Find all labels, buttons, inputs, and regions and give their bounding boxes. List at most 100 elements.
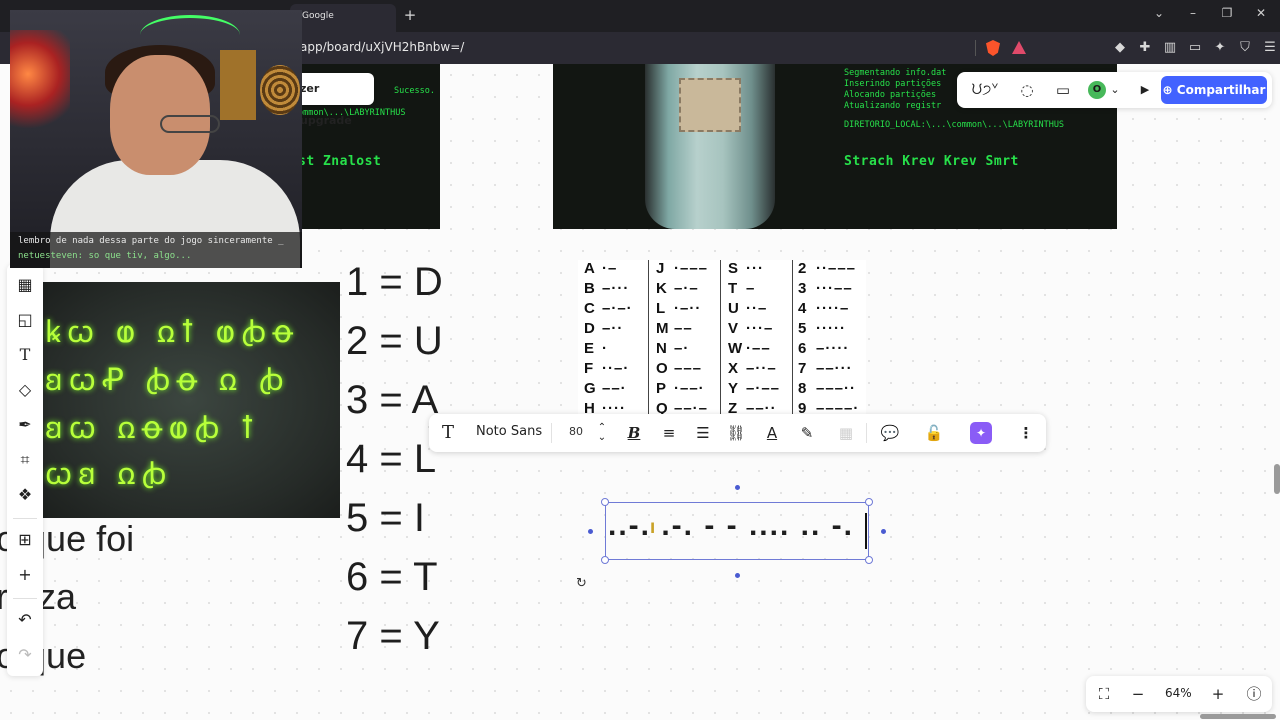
lock-icon[interactable]: 🔓	[924, 423, 944, 443]
templates-icon[interactable]: ▦	[15, 275, 35, 295]
number-letter-map[interactable]: 5 = I	[346, 496, 425, 541]
fit-to-screen-icon[interactable]: ⛶	[1094, 684, 1114, 704]
zoom-level[interactable]: 64%	[1165, 686, 1192, 700]
morse-entry: L ·–··	[656, 300, 702, 317]
ai-assist-icon[interactable]: ✦	[970, 422, 992, 444]
more-apps-icon[interactable]: ❖	[15, 485, 35, 505]
minimize-icon[interactable]: –	[1184, 6, 1202, 20]
table-icon[interactable]: ⊞	[15, 530, 35, 550]
morse-entry: N –·	[656, 340, 690, 357]
morse-entry: A ·–	[584, 260, 618, 277]
resize-handle-top-left[interactable]	[601, 498, 609, 506]
more-options-icon[interactable]: ⋮	[1016, 423, 1036, 443]
resize-handle-top-right[interactable]	[865, 498, 873, 506]
morse-text-input[interactable]: ..-. .-. - - .... .. -.	[608, 509, 854, 543]
background-pattern-icon[interactable]: ▦	[836, 423, 856, 443]
morse-entry: T –	[728, 280, 756, 297]
symbol-row: ꞛꞷꝒ ꞗꝋ ꭥ ꞗ	[45, 363, 290, 398]
text-color-icon[interactable]: A	[762, 423, 782, 443]
connector-dot-bottom[interactable]	[735, 573, 740, 578]
connector-dot-top[interactable]	[735, 485, 740, 490]
brave-rewards-icon[interactable]	[1012, 41, 1026, 54]
horizontal-scrollbar[interactable]	[1200, 714, 1276, 719]
reactions-icon[interactable]: ᙀ੭ᘁ	[967, 80, 1003, 100]
morse-entry: S ···	[728, 260, 764, 277]
link-icon[interactable]: ⛓	[726, 423, 746, 443]
text-format-toolbar: T Noto Sans 80 ⌃ ⌄ B ≡ ☰ ⛓ A ✎ ▦ 💬 🔓 ✦ ⋮	[429, 414, 1046, 452]
streamer-glasses	[160, 115, 220, 133]
glowing-symbols-image[interactable]: ꝃꞷ ⱷ ꭥꝉ ⱷꞗꝋ ꞛꞷꝒ ꞗꝋ ꭥ ꞗ ꞛꞷ ꭥꝋⱷꞗ ꝉ ꞷꞛ ꭥꞗ	[37, 282, 340, 518]
close-icon[interactable]: ✕	[1252, 6, 1270, 20]
font-family-select[interactable]: Noto Sans	[476, 424, 542, 439]
frame-icon[interactable]: ⌗	[15, 450, 35, 470]
rotate-handle-icon[interactable]: ↻	[576, 577, 588, 590]
number-letter-map[interactable]: 3 = A	[346, 378, 438, 423]
morse-entry: J ·–––	[656, 260, 709, 277]
highlight-icon[interactable]: ✎	[797, 423, 817, 443]
share-button[interactable]: ⊕ Compartilhar	[1161, 76, 1267, 104]
restore-icon[interactable]: ❐	[1218, 6, 1236, 20]
undo-icon[interactable]: ↶	[15, 610, 35, 630]
font-size-stepper-icon[interactable]: ⌃ ⌄	[595, 423, 609, 443]
selected-text-box[interactable]: ..-. .-. - - .... .. -. I	[605, 502, 869, 560]
shapes-icon[interactable]: ◇	[15, 380, 35, 400]
new-tab-button[interactable]: +	[402, 6, 418, 26]
toolbar-divider	[866, 423, 867, 443]
number-letter-map[interactable]: 6 = T	[346, 555, 438, 600]
user-avatar[interactable]: O	[1088, 81, 1106, 99]
symbol-row: ꞷꞛ ꭥꞗ	[45, 457, 173, 492]
present-play-icon[interactable]: ▶	[1137, 80, 1153, 100]
address-divider	[975, 40, 976, 56]
collaboration-toolbar: ᙀ੭ᘁ ◌ ▭ O ⌄ ▶ ⊕ Compartilhar	[957, 72, 1272, 108]
redo-icon[interactable]: ↷	[15, 645, 35, 665]
number-letter-map[interactable]: 1 = D	[346, 260, 443, 305]
extensions-icon[interactable]: ✚	[1137, 40, 1153, 56]
connector-dot-left[interactable]	[588, 529, 593, 534]
chat-icon[interactable]: ◌	[1017, 80, 1037, 100]
number-letter-map[interactable]: 2 = U	[346, 319, 443, 364]
terminal-line: Sucesso.	[394, 86, 435, 96]
zoom-in-button[interactable]: +	[1208, 684, 1228, 704]
number-letter-map[interactable]: 7 = Y	[346, 614, 440, 659]
ibeam-cursor-icon: I	[650, 521, 656, 537]
morse-code-table[interactable]: A ·– B –··· C –·–· D –·· E · F ··–· G ––· H ····…	[578, 260, 866, 414]
morse-entry: K –·–	[656, 280, 699, 297]
wallet-icon[interactable]: ◆	[1112, 40, 1128, 56]
sidebar-icon[interactable]: ▥	[1162, 40, 1178, 56]
morse-entry: M ––	[656, 320, 693, 337]
number-letter-map[interactable]: 4 = L	[346, 437, 436, 482]
terminal-big-text: Strach Krev Krev Smrt	[844, 154, 1019, 169]
text-type-icon[interactable]: T	[437, 423, 459, 443]
browser-tab[interactable]: Google	[290, 4, 396, 32]
vpn-icon[interactable]: ⛉	[1237, 40, 1253, 56]
list-icon[interactable]: ☰	[693, 423, 713, 443]
connector-dot-right[interactable]	[881, 529, 886, 534]
menu-icon[interactable]: ☰	[1262, 40, 1278, 56]
brave-shield-icon[interactable]	[986, 40, 1000, 56]
pen-icon[interactable]: ✒	[15, 415, 35, 435]
align-left-icon[interactable]: ≡	[659, 423, 679, 443]
upgrade-button[interactable]: zer upgrade	[292, 73, 374, 127]
video-call-icon[interactable]: ▭	[1053, 80, 1073, 100]
bold-icon[interactable]: B	[624, 423, 644, 443]
morse-entry: O –––	[656, 360, 703, 377]
resize-handle-bottom-left[interactable]	[601, 556, 609, 564]
sticky-note-icon[interactable]: ◱	[15, 310, 35, 330]
font-size-input[interactable]: 80	[569, 425, 583, 438]
vertical-scrollbar[interactable]	[1274, 464, 1280, 494]
resize-handle-bottom-right[interactable]	[865, 556, 873, 564]
morse-entry: Y –·––	[728, 380, 781, 397]
leo-ai-icon[interactable]: ✦	[1212, 40, 1228, 56]
chevron-down-icon[interactable]: ⌄	[1109, 80, 1121, 100]
tab-icon[interactable]: ▭	[1187, 40, 1203, 56]
help-icon[interactable]: ⓘ	[1244, 684, 1264, 704]
zoom-out-button[interactable]: −	[1128, 684, 1148, 704]
tab-list-icon[interactable]: ⌄	[1150, 6, 1168, 20]
terminal-line: DIRETORIO_LOCAL:\...\common\...\LABYRINT…	[844, 120, 1065, 130]
url-input[interactable]: app/board/uXjVH2hBnbw=/	[300, 40, 464, 54]
globe-icon: ⊕	[1162, 83, 1177, 97]
comment-icon[interactable]: 💬	[880, 423, 900, 443]
text-tool-icon[interactable]: T	[15, 345, 35, 365]
morse-entry: E ·	[584, 340, 608, 357]
add-icon[interactable]: +	[15, 565, 35, 585]
